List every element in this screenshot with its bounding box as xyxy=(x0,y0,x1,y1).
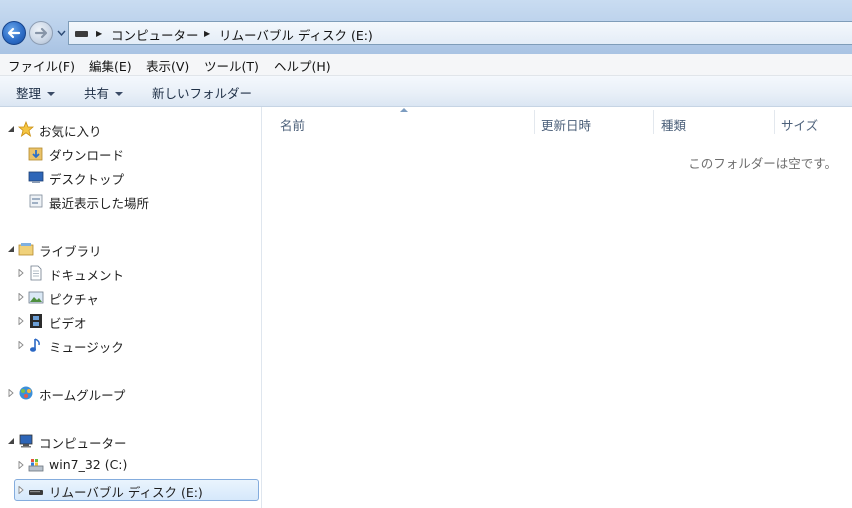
removable-drive-icon xyxy=(29,490,43,495)
nav-computer[interactable]: コンピューター xyxy=(0,430,250,452)
collapsed-triangle-icon[interactable] xyxy=(18,269,24,277)
nav-desktop[interactable]: デスクトップ xyxy=(0,166,250,188)
column-divider[interactable] xyxy=(774,110,775,134)
dropdown-caret-icon xyxy=(47,92,56,96)
menu-edit[interactable]: 編集(E) xyxy=(89,56,132,75)
recent-places-icon xyxy=(29,194,43,208)
nav-homegroup[interactable]: ホームグループ xyxy=(0,382,250,404)
nav-computer-label: コンピューター xyxy=(39,436,127,451)
share-label: 共有 xyxy=(84,86,110,101)
nav-documents-label: ドキュメント xyxy=(49,268,125,283)
library-icon xyxy=(18,243,34,256)
collapsed-triangle-icon[interactable] xyxy=(8,389,14,397)
forward-arrow-icon xyxy=(34,27,48,39)
column-header-size[interactable]: サイズ xyxy=(781,115,818,134)
menu-file[interactable]: ファイル(F) xyxy=(8,56,75,75)
address-bar[interactable]: ▶ コンピューター ▶ リムーバブル ディスク (E:) xyxy=(68,21,852,45)
nav-downloads[interactable]: ダウンロード xyxy=(0,142,250,164)
breadcrumb-chevron-icon[interactable]: ▶ xyxy=(204,29,210,38)
menu-tools[interactable]: ツール(T) xyxy=(204,56,259,75)
nav-videos[interactable]: ビデオ xyxy=(0,310,250,332)
breadcrumb-chevron-icon[interactable]: ▶ xyxy=(96,29,102,38)
recent-pages-chevron-icon[interactable] xyxy=(57,30,66,36)
file-list-pane[interactable]: 名前 更新日時 種類 サイズ このフォルダーは空です。 xyxy=(262,107,852,508)
collapsed-triangle-icon[interactable] xyxy=(18,461,24,469)
back-arrow-icon xyxy=(7,27,21,39)
breadcrumb-removable-disk[interactable]: リムーバブル ディスク (E:) xyxy=(219,25,373,44)
desktop-icon xyxy=(28,171,44,183)
nav-drive-c-label: win7_32 (C:) xyxy=(49,457,128,472)
menu-view[interactable]: 表示(V) xyxy=(146,56,189,75)
nav-desktop-label: デスクトップ xyxy=(49,172,125,187)
nav-music-label: ミュージック xyxy=(49,340,124,355)
picture-icon xyxy=(28,291,44,304)
nav-downloads-label: ダウンロード xyxy=(49,148,125,163)
nav-drive-e[interactable]: リムーバブル ディスク (E:) xyxy=(0,479,250,501)
drive-icon xyxy=(75,31,88,37)
empty-folder-message: このフォルダーは空です。 xyxy=(688,156,837,171)
computer-icon xyxy=(19,434,33,448)
downloads-folder-icon xyxy=(28,147,43,161)
back-button[interactable] xyxy=(2,21,26,45)
expanded-triangle-icon[interactable] xyxy=(7,125,15,133)
column-header-type[interactable]: 種類 xyxy=(661,115,686,134)
nav-recent-places[interactable]: 最近表示した場所 xyxy=(0,190,250,212)
menu-bar: ファイル(F) 編集(E) 表示(V) ツール(T) ヘルプ(H) xyxy=(0,54,852,76)
collapsed-triangle-icon[interactable] xyxy=(18,341,24,349)
dropdown-caret-icon xyxy=(115,92,124,96)
nav-favorites[interactable]: お気に入り xyxy=(0,118,250,140)
film-icon xyxy=(30,314,42,328)
nav-videos-label: ビデオ xyxy=(49,316,87,331)
column-divider[interactable] xyxy=(653,110,654,134)
collapsed-triangle-icon[interactable] xyxy=(18,293,24,301)
nav-recent-label: 最近表示した場所 xyxy=(49,196,150,211)
nav-drive-e-label: リムーバブル ディスク (E:) xyxy=(49,485,203,500)
expanded-triangle-icon[interactable] xyxy=(7,245,15,253)
nav-libraries[interactable]: ライブラリ xyxy=(0,238,250,260)
system-drive-icon xyxy=(28,459,44,472)
forward-button[interactable] xyxy=(29,21,53,45)
homegroup-icon xyxy=(19,386,33,400)
nav-drive-c[interactable]: win7_32 (C:) xyxy=(0,454,250,476)
nav-pictures-label: ピクチャ xyxy=(49,292,99,307)
nav-documents[interactable]: ドキュメント xyxy=(0,262,250,284)
nav-pictures[interactable]: ピクチャ xyxy=(0,286,250,308)
title-bar: ▶ コンピューター ▶ リムーバブル ディスク (E:) xyxy=(0,0,852,54)
nav-favorites-label: お気に入り xyxy=(39,124,102,139)
expanded-triangle-icon[interactable] xyxy=(7,437,15,445)
share-button[interactable]: 共有 xyxy=(84,83,124,102)
nav-libraries-label: ライブラリ xyxy=(39,244,102,259)
collapsed-triangle-icon[interactable] xyxy=(18,486,24,494)
column-header-modified[interactable]: 更新日時 xyxy=(541,115,591,134)
breadcrumb-computer[interactable]: コンピューター xyxy=(111,25,199,44)
nav-music[interactable]: ミュージック xyxy=(0,334,250,356)
star-icon xyxy=(18,121,34,137)
menu-help[interactable]: ヘルプ(H) xyxy=(274,56,331,75)
new-folder-button[interactable]: 新しいフォルダー xyxy=(152,83,252,102)
collapsed-triangle-icon[interactable] xyxy=(18,317,24,325)
navigation-pane: お気に入り ダウンロード デスクトップ 最近表示した場所 ライブラリ ドキュメン… xyxy=(0,107,262,508)
organize-label: 整理 xyxy=(16,86,42,101)
organize-button[interactable]: 整理 xyxy=(16,83,56,102)
column-header-name[interactable]: 名前 xyxy=(280,115,305,134)
document-icon xyxy=(30,265,42,281)
music-note-icon xyxy=(30,338,40,352)
sort-ascending-icon xyxy=(400,108,408,112)
column-divider[interactable] xyxy=(534,110,535,134)
command-bar: 整理 共有 新しいフォルダー xyxy=(0,76,852,107)
nav-homegroup-label: ホームグループ xyxy=(39,388,126,403)
